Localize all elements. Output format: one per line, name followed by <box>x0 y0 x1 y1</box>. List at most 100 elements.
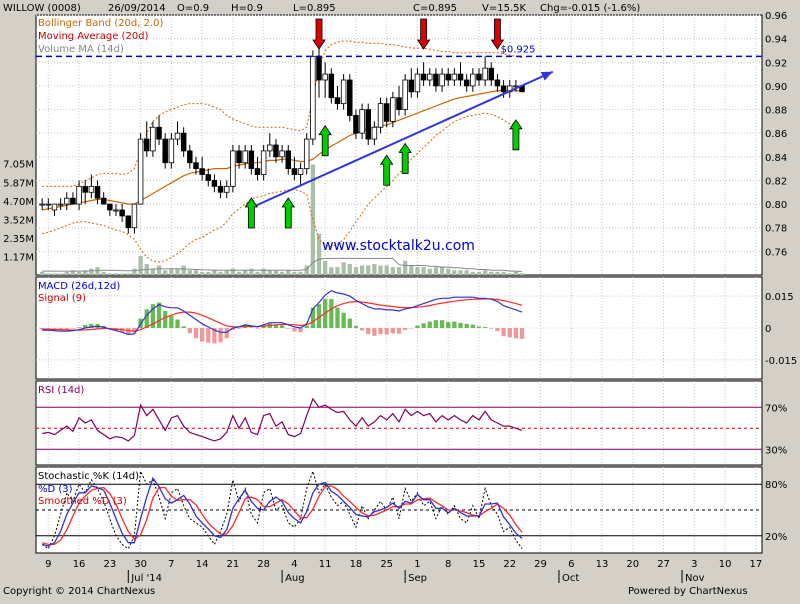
volume-bar <box>335 267 340 275</box>
candle-body <box>316 55 322 81</box>
macd-tick-label: 0 <box>765 324 771 335</box>
volume-bar <box>224 270 229 275</box>
macd-histogram-bar <box>501 328 506 337</box>
volume-bar <box>76 271 82 275</box>
x-month-label: Sep <box>408 573 427 584</box>
stoch-tick-label: 80% <box>765 480 787 491</box>
x-tick-label: 8 <box>445 559 451 570</box>
macd-histogram-bar <box>446 321 451 328</box>
volume-bar <box>421 267 426 275</box>
price-tick-label: 0.90 <box>765 82 787 93</box>
candle-body <box>310 55 316 140</box>
candle-body <box>260 150 267 175</box>
rsi-tick-label: 70% <box>765 403 787 414</box>
candle-body <box>353 115 359 134</box>
volume-bar <box>279 271 285 275</box>
macd-histogram-bar <box>218 328 223 343</box>
candle-body <box>174 132 181 140</box>
candle-body <box>242 150 248 164</box>
candle-body <box>267 144 273 152</box>
volume-bar <box>452 270 457 275</box>
chart-svg: 0.76 0.78 0.80 0.82 0.84 0.86 0.88 0.90 0.92 0.94… <box>3 11 797 584</box>
volume-bar <box>304 265 309 275</box>
macd-histogram-bar <box>335 307 340 328</box>
macd-histogram-bar <box>507 328 512 338</box>
volume-bar <box>439 267 445 275</box>
candle-body <box>451 73 458 81</box>
volume-bar <box>126 273 131 275</box>
volume-bar <box>181 265 186 275</box>
x-tick-label: 25 <box>380 559 393 570</box>
candle-body <box>445 73 451 81</box>
candle-body <box>39 203 45 206</box>
volume-bar <box>199 271 205 275</box>
x-tick-label: 27 <box>657 559 670 570</box>
candle-body <box>113 209 119 212</box>
macd-histogram-bar <box>384 328 389 335</box>
candle-body <box>279 150 285 158</box>
volume-bar <box>58 273 63 275</box>
watermark-label: www.stocktalk2u.com <box>322 238 475 254</box>
change-label: Chg=-0.015 (-1.6%) <box>540 3 641 14</box>
x-tick-label: 20 <box>626 559 639 570</box>
x-tick-label: 17 <box>749 559 762 570</box>
volume-bar <box>489 271 494 275</box>
panel-rsi <box>35 380 763 466</box>
x-tick-label: 28 <box>257 559 270 570</box>
candle-body <box>359 109 365 134</box>
candle-body <box>273 144 279 158</box>
macd-histogram-bar <box>458 322 463 328</box>
candle-body <box>211 180 218 187</box>
candle-body <box>347 79 353 116</box>
macd-histogram-bar <box>193 328 199 339</box>
candle-body <box>476 73 482 81</box>
candle-body <box>463 79 470 87</box>
macd-histogram-bar <box>224 328 229 339</box>
high-label: H=0.9 <box>231 3 263 14</box>
macd-histogram-bar <box>310 307 316 328</box>
legend-stoch-sd: Smoothed %D (3) <box>38 496 127 507</box>
candle-body <box>334 97 341 105</box>
candle-body <box>390 97 396 122</box>
volume-bar <box>163 270 168 275</box>
candle-body <box>223 185 230 193</box>
macd-histogram-bar <box>470 324 475 328</box>
volume-bar <box>230 268 236 275</box>
macd-histogram-bar <box>341 312 346 328</box>
candle-body <box>168 138 175 164</box>
volume-label: V=15.5K <box>482 3 527 14</box>
macd-histogram-bar <box>390 328 396 334</box>
candle-body <box>377 103 384 128</box>
resistance-label: $0.925 <box>501 44 536 55</box>
x-month-label: Jul '14 <box>130 573 162 584</box>
candle-body <box>217 185 224 193</box>
x-month-label: Nov <box>685 573 705 584</box>
x-tick-label: 3 <box>691 559 697 570</box>
macd-histogram-bar <box>372 328 377 336</box>
macd-histogram-bar <box>353 325 359 328</box>
chart-root: 0.76 0.78 0.80 0.82 0.84 0.86 0.88 0.90 0.92 0.94… <box>0 0 800 600</box>
candle-body <box>45 203 52 206</box>
stoch-tick-label: 20% <box>765 532 787 543</box>
candle-body <box>119 209 125 217</box>
macd-histogram-bar <box>347 318 352 328</box>
candle-body <box>144 138 150 152</box>
macd-histogram-bar <box>163 311 168 328</box>
volume-bar <box>396 267 402 275</box>
candle-body <box>470 73 476 87</box>
volume-bar <box>298 271 303 275</box>
macd-tick-label: 0.015 <box>765 292 794 303</box>
candle-body <box>193 162 199 170</box>
legend-bollinger: Bollinger Band (20d, 2.0) <box>38 18 164 29</box>
candle-body <box>488 67 495 81</box>
volume-bar <box>46 273 51 275</box>
price-tick-label: 0.78 <box>765 224 787 235</box>
volume-bar <box>501 271 506 275</box>
x-month-label: Aug <box>285 573 305 584</box>
legend-stoch-d: %D (3) <box>38 484 73 495</box>
price-tick-label: 0.88 <box>765 106 787 117</box>
candle-body <box>371 126 378 140</box>
volume-bar <box>113 273 119 275</box>
candle-body <box>254 168 261 175</box>
volume-bar <box>446 268 451 275</box>
